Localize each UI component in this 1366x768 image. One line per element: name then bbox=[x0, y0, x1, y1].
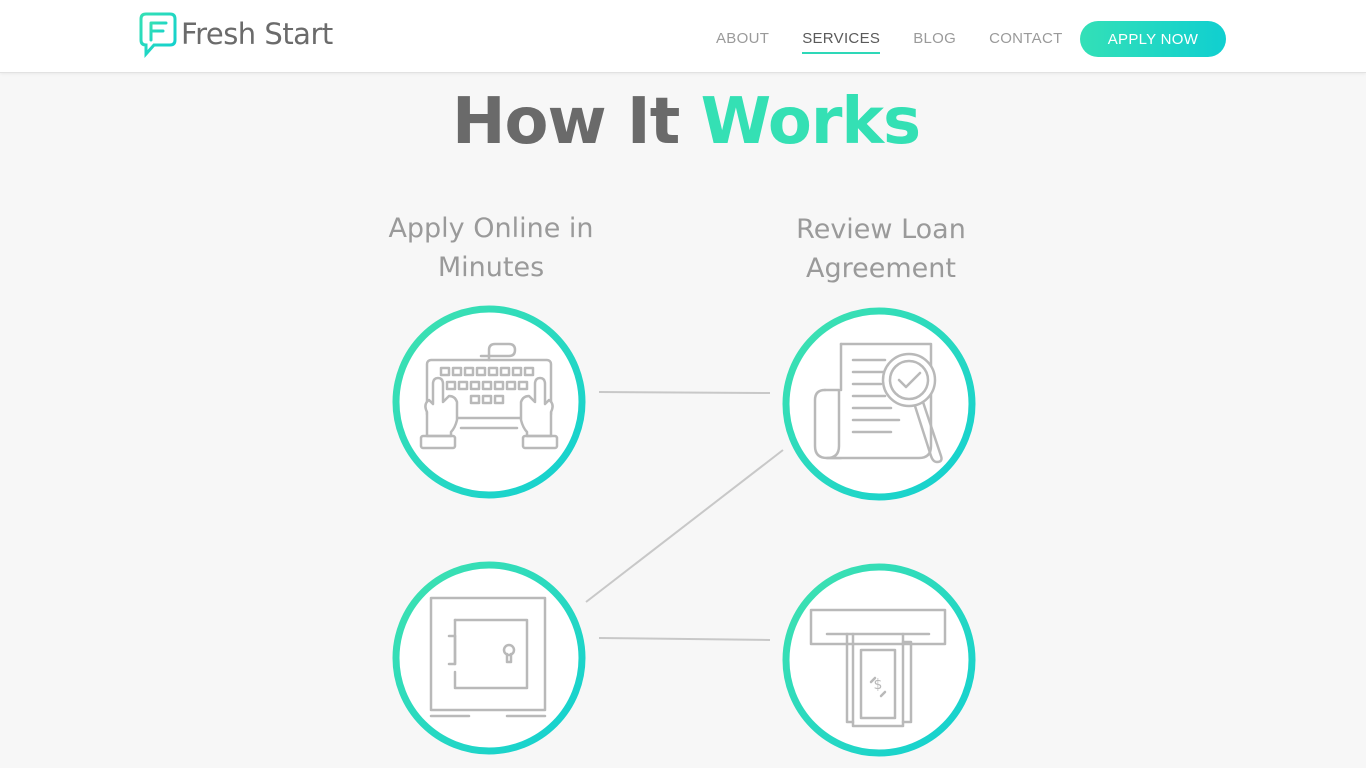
nav-item-about[interactable]: ABOUT bbox=[716, 30, 769, 54]
nav-item-contact[interactable]: CONTACT bbox=[989, 30, 1062, 54]
nav-item-blog[interactable]: BLOG bbox=[913, 30, 956, 54]
title-prefix: How It bbox=[451, 85, 680, 159]
brand-name: Fresh Start bbox=[181, 17, 333, 51]
step-3-circle bbox=[392, 561, 586, 755]
step-2-label: Review Loan Agreement bbox=[751, 210, 1011, 288]
step-2-label-line2: Agreement bbox=[806, 253, 956, 284]
brand-logo[interactable]: Fresh Start bbox=[138, 10, 333, 58]
connector-line bbox=[598, 391, 771, 394]
step-2-circle bbox=[782, 307, 976, 501]
connector-line bbox=[598, 637, 771, 641]
step-1-label-line2: Minutes bbox=[437, 252, 545, 283]
step-1-circle bbox=[392, 305, 586, 499]
step-1-label: Apply Online in Minutes bbox=[361, 209, 621, 287]
nav-item-services[interactable]: SERVICES bbox=[802, 30, 881, 54]
step-2-label-line1: Review Loan bbox=[796, 214, 966, 245]
step-4-circle: $ bbox=[782, 563, 976, 757]
fresh-start-logo-icon bbox=[139, 12, 177, 58]
site-header: Fresh Start ABOUT SERVICES BLOG CONTACT … bbox=[0, 0, 1366, 73]
apply-now-button[interactable]: APPLY NOW bbox=[1080, 21, 1226, 57]
title-accent: Works bbox=[700, 85, 921, 159]
connector-line bbox=[585, 449, 784, 603]
page-title: How It Works bbox=[0, 85, 1366, 159]
step-1-label-line1: Apply Online in bbox=[388, 213, 594, 244]
main-nav: ABOUT SERVICES BLOG CONTACT bbox=[716, 30, 1063, 54]
